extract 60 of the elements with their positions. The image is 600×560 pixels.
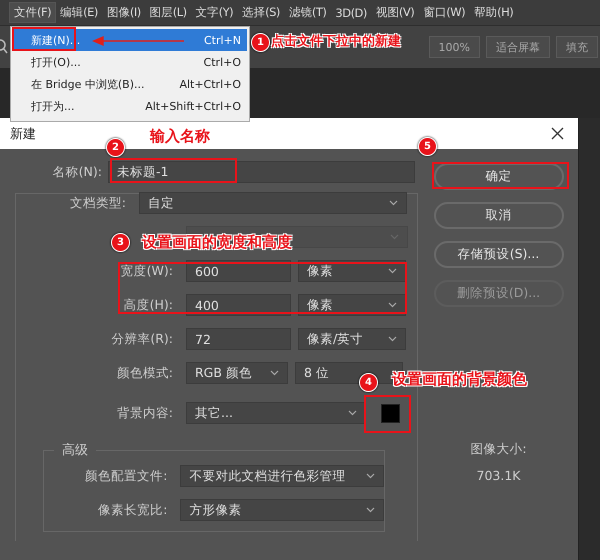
chevron-icon [388, 302, 397, 308]
highlight-frame [364, 395, 411, 433]
menu-item[interactable]: 编辑(E) [56, 3, 102, 22]
field-label: 高度(H): [122, 296, 174, 314]
menu-item[interactable]: 打开(O)... Ctrl+O [13, 51, 247, 73]
field-label: 颜色模式: [116, 364, 174, 382]
dialog-title: 新建 [10, 126, 36, 142]
chevron-icon [390, 234, 399, 240]
chevron-icon [388, 336, 397, 342]
chevron-icon [366, 473, 375, 479]
number-field[interactable]: 400 [186, 294, 291, 316]
section-title: 高级 [54, 441, 96, 459]
search-icon[interactable] [0, 39, 8, 55]
number-field[interactable]: 72 [186, 328, 291, 350]
dropdown[interactable]: 不要对此文档进行色彩管理 [180, 465, 384, 487]
name-field[interactable]: 未标题-1 [108, 161, 415, 183]
image-size-label: 图像大小: [470, 441, 527, 458]
field-label: 像素长宽比: [97, 502, 168, 518]
field-label: 文档类型: [68, 194, 127, 212]
menu-item[interactable]: 视图(V) [372, 3, 418, 22]
dropdown[interactable]: 像素 [298, 260, 406, 282]
menu-item[interactable]: 窗口(W) [419, 3, 470, 22]
field-label: 宽度(W): [120, 262, 174, 280]
chevron-icon [348, 410, 357, 416]
dropdown[interactable]: 其它... [186, 402, 366, 424]
menu-item[interactable]: 图像(I) [102, 3, 145, 22]
close-icon[interactable] [551, 127, 564, 140]
dropdown[interactable]: 自定 [139, 192, 407, 214]
chevron-icon [270, 370, 279, 376]
dropdown[interactable]: 像素 [298, 294, 406, 316]
dropdown[interactable]: RGB 颜色 [186, 362, 288, 384]
field-label: 名称(N): [52, 164, 103, 180]
dialog-button[interactable]: 取消 [434, 202, 564, 229]
field-label: 分辨率(R): [110, 330, 174, 348]
chevron-icon [389, 200, 398, 206]
chevron-icon [388, 268, 397, 274]
toolbar-button[interactable]: 100% [428, 36, 480, 58]
number-field[interactable]: 600 [186, 260, 291, 282]
menu-item[interactable]: 3D(D) [331, 4, 371, 22]
menu-item[interactable]: 打开为... Alt+Shift+Ctrl+O [13, 95, 247, 117]
menu-item[interactable]: 滤镜(T) [284, 3, 330, 22]
menu-item[interactable]: 文字(Y) [192, 3, 238, 22]
toolbar-button[interactable]: 填充 [556, 36, 598, 58]
toolbar-button[interactable]: 适合屏幕 [486, 36, 550, 58]
annotation-text: 输入名称 [150, 127, 210, 146]
dropdown[interactable]: 方形像素 [180, 499, 384, 521]
field-label: 颜色配置文件: [84, 468, 168, 484]
menu-item[interactable]: 帮助(H) [470, 3, 518, 22]
annotation-text: 点击文件下拉中的新建 [271, 32, 401, 50]
dropdown[interactable]: 像素/英寸 [298, 328, 406, 350]
color-swatch[interactable] [381, 404, 400, 422]
image-size-value: 703.1K [476, 468, 520, 483]
menu-item[interactable]: 选择(S) [238, 3, 284, 22]
field-label: 背景内容: [116, 404, 174, 422]
menu-item[interactable]: 文件(F) [10, 3, 56, 22]
menu-item[interactable]: 在 Bridge 中浏览(B)... Alt+Ctrl+O [13, 73, 247, 95]
annotation-text: 设置画面的宽度和高度 [142, 233, 292, 252]
menu-item[interactable]: 图层(L) [146, 3, 191, 22]
chevron-icon [366, 507, 375, 513]
dialog-button[interactable]: 存储预设(S)... [434, 241, 564, 268]
